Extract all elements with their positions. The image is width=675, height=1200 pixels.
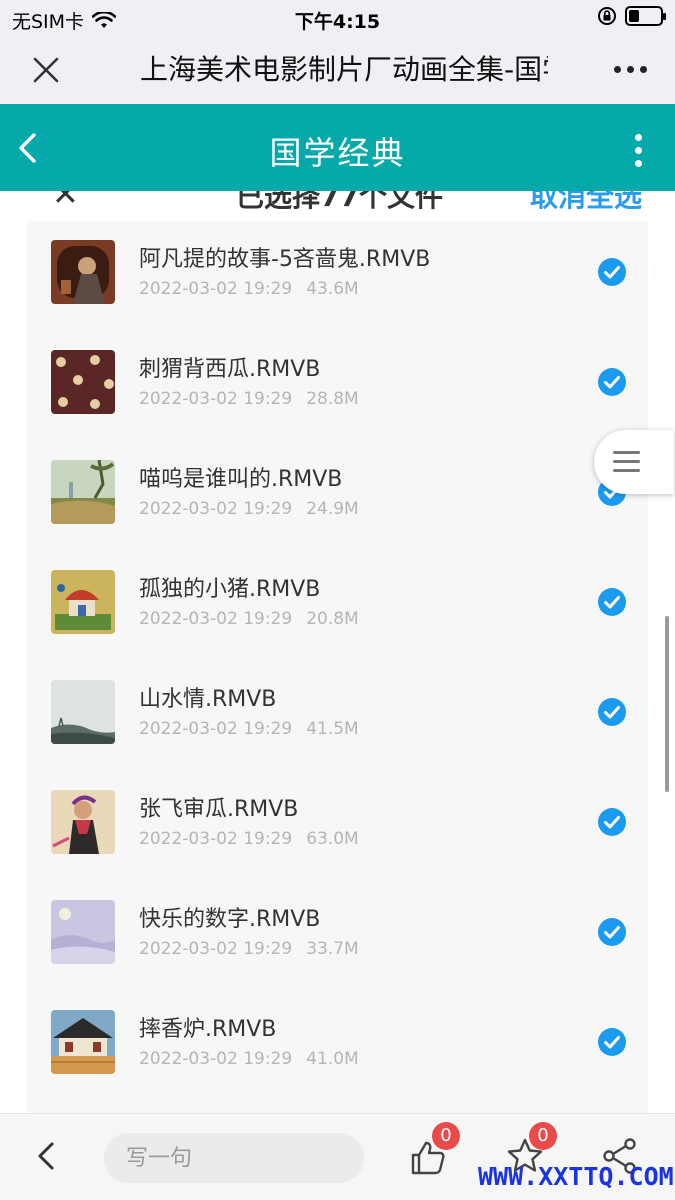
file-size: 24.9M <box>306 499 359 519</box>
file-name: 山水情.RMVB <box>139 687 277 712</box>
comment-input[interactable] <box>104 1133 364 1183</box>
file-size: 33.7M <box>306 939 359 959</box>
file-row[interactable]: 刺猬背西瓜.RMVB 2022-03-02 19:29 28.8M <box>27 331 648 441</box>
file-name: 张飞审瓜.RMVB <box>139 797 299 822</box>
file-size: 28.8M <box>306 389 359 409</box>
clock: 下午4:15 <box>294 11 381 33</box>
scrollbar[interactable] <box>665 616 669 792</box>
file-name: 孤独的小猪.RMVB <box>139 577 321 602</box>
file-date: 2022-03-02 19:29 <box>139 389 293 409</box>
file-size: 41.5M <box>306 719 359 739</box>
page-header: 国学经典 <box>0 104 675 191</box>
video-thumbnail <box>51 240 115 304</box>
file-row[interactable]: 孤独的小猪.RMVB 2022-03-02 19:29 20.8M <box>27 551 648 661</box>
video-thumbnail <box>51 350 115 414</box>
close-icon[interactable] <box>30 54 62 86</box>
file-meta: 2022-03-02 19:29 20.8M <box>139 609 359 629</box>
file-name: 快乐的数字.RMVB <box>139 907 321 932</box>
file-row[interactable]: 阿凡提的故事-5吝啬鬼.RMVB 2022-03-02 19:29 43.6M <box>27 221 648 331</box>
page-title: 国学经典 <box>269 134 406 172</box>
checked-icon[interactable] <box>597 367 627 397</box>
selection-bar: ✕ 已选择77个文件 取消全选 <box>0 191 675 221</box>
status-right <box>597 6 666 26</box>
file-date: 2022-03-02 19:29 <box>139 719 293 739</box>
video-thumbnail <box>51 790 115 854</box>
file-meta: 2022-03-02 19:29 63.0M <box>139 829 359 849</box>
orientation-lock-icon <box>598 7 616 25</box>
file-meta: 2022-03-02 19:29 33.7M <box>139 939 359 959</box>
file-date: 2022-03-02 19:29 <box>139 609 293 629</box>
file-meta: 2022-03-02 19:29 28.8M <box>139 389 359 409</box>
file-name: 喵呜是谁叫的.RMVB <box>139 467 343 492</box>
file-list: 阿凡提的故事-5吝啬鬼.RMVB 2022-03-02 19:29 43.6M 刺猬背… <box>27 221 648 1116</box>
file-date: 2022-03-02 19:29 <box>139 279 293 299</box>
browser-title: 上海美术电影制片厂动画全集-国学经典 <box>140 53 548 86</box>
file-date: 2022-03-02 19:29 <box>139 499 293 519</box>
file-row[interactable]: 喵呜是谁叫的.RMVB 2022-03-02 19:29 24.9M <box>27 441 648 551</box>
file-date: 2022-03-02 19:29 <box>139 939 293 959</box>
file-size: 63.0M <box>306 829 359 849</box>
file-row[interactable]: 山水情.RMVB 2022-03-02 19:29 41.5M <box>27 661 648 771</box>
video-thumbnail <box>51 680 115 744</box>
file-row[interactable]: 摔香炉.RMVB 2022-03-02 19:29 41.0M <box>27 991 648 1101</box>
selection-count: 已选择77个文件 <box>236 191 443 213</box>
close-selection-icon[interactable]: ✕ <box>52 191 79 213</box>
file-row[interactable]: 张飞审瓜.RMVB 2022-03-02 19:29 63.0M <box>27 771 648 881</box>
file-meta: 2022-03-02 19:29 41.5M <box>139 719 359 739</box>
file-meta: 2022-03-02 19:29 43.6M <box>139 279 359 299</box>
checked-icon[interactable] <box>597 257 627 287</box>
browser-bar: 上海美术电影制片厂动画全集-国学经典 <box>0 36 675 104</box>
file-name: 阿凡提的故事-5吝啬鬼.RMVB <box>139 247 431 272</box>
status-bar: 无SIM卡 下午4:15 <box>0 0 675 36</box>
video-thumbnail <box>51 1010 115 1074</box>
file-meta: 2022-03-02 19:29 41.0M <box>139 1049 359 1069</box>
file-size: 41.0M <box>306 1049 359 1069</box>
file-date: 2022-03-02 19:29 <box>139 1049 293 1069</box>
checked-icon[interactable] <box>597 697 627 727</box>
cancel-select-all-button[interactable]: 取消全选 <box>530 191 642 215</box>
like-count-badge: 0 <box>432 1122 460 1150</box>
watermark-text: WWW.XXTTQ.COM <box>478 1162 674 1191</box>
file-row[interactable]: 快乐的数字.RMVB 2022-03-02 19:29 33.7M <box>27 881 648 991</box>
file-name: 刺猬背西瓜.RMVB <box>139 357 321 382</box>
kebab-menu-icon[interactable] <box>635 134 642 167</box>
checked-icon[interactable] <box>597 587 627 617</box>
back-arrow-icon[interactable] <box>34 1138 58 1174</box>
favorite-count-badge: 0 <box>529 1122 557 1150</box>
file-meta: 2022-03-02 19:29 24.9M <box>139 499 359 519</box>
battery-icon <box>625 6 666 26</box>
checked-icon[interactable] <box>597 1027 627 1057</box>
file-date: 2022-03-02 19:29 <box>139 829 293 849</box>
checked-icon[interactable] <box>597 917 627 947</box>
file-name: 摔香炉.RMVB <box>139 1017 277 1042</box>
file-size: 20.8M <box>306 609 359 629</box>
checked-icon[interactable] <box>597 807 627 837</box>
more-options-icon[interactable] <box>614 66 647 73</box>
video-thumbnail <box>51 900 115 964</box>
video-thumbnail <box>51 570 115 634</box>
video-thumbnail <box>51 460 115 524</box>
floating-menu-button[interactable] <box>594 430 674 494</box>
file-size: 43.6M <box>306 279 359 299</box>
